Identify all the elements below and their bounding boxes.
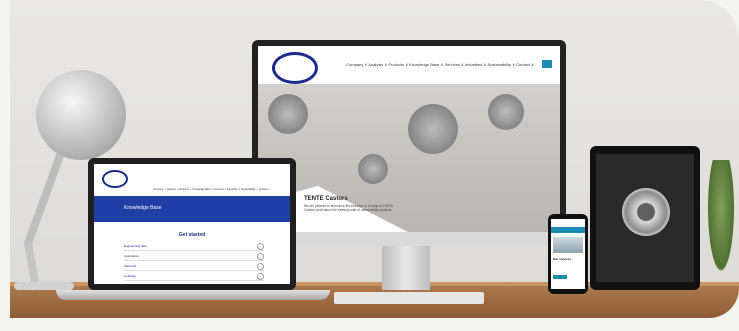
phone-title: Our services	[553, 257, 572, 261]
phone-screen: Our services	[551, 219, 585, 289]
caster-wheel-icon	[268, 94, 308, 134]
hero-title: TENTE Castors	[304, 196, 348, 202]
plant-icon	[706, 160, 736, 280]
lamp-base	[14, 282, 74, 290]
monitor-screen: Company ∨ Analysis ∨ Products ∨ Knowledg…	[258, 46, 560, 232]
monitor-navbar: Company ∨ Analysis ∨ Products ∨ Knowledg…	[258, 46, 560, 84]
company-logo	[272, 52, 318, 84]
list-item[interactable]: Engineering data	[124, 242, 264, 251]
list-item[interactable]: Calculators	[124, 252, 264, 261]
monitor-stand	[382, 246, 430, 290]
hero-text: We are pleased to announce the inclusion…	[304, 204, 394, 212]
phone-button[interactable]	[553, 275, 567, 279]
laptop-screen: Company ∨ Careers ∨ Products ∨ Knowledge…	[94, 164, 290, 284]
monitor-nav-links[interactable]: Company ∨ Analysis ∨ Products ∨ Knowledg…	[346, 62, 534, 67]
desk-lamp-icon	[36, 70, 126, 160]
section-title: Get started	[178, 232, 206, 238]
chevron-icon	[257, 263, 264, 270]
laptop-base	[56, 290, 330, 300]
keyboard	[334, 292, 484, 304]
laptop-nav-links[interactable]: Company ∨ Careers ∨ Products ∨ Knowledge…	[153, 188, 270, 191]
phone-header-bar	[551, 227, 585, 233]
chevron-icon	[257, 243, 264, 250]
search-icon[interactable]	[542, 60, 552, 68]
tablet-screen	[596, 154, 694, 282]
banner-title: Knowledge Base	[124, 205, 162, 211]
caster-wheel-icon	[358, 154, 388, 184]
company-logo	[102, 170, 128, 188]
smartphone: Our services	[548, 214, 588, 294]
desktop-monitor: Company ∨ Analysis ∨ Products ∨ Knowledg…	[252, 40, 566, 246]
list-item[interactable]: Coatings	[124, 272, 264, 281]
tablet	[590, 146, 700, 290]
monitor-chin	[252, 232, 566, 246]
knowledge-banner: Knowledge Base	[94, 196, 290, 222]
list-item[interactable]: Materials	[124, 262, 264, 271]
device-mockup-scene: Company ∨ Analysis ∨ Products ∨ Knowledg…	[0, 0, 739, 331]
chevron-icon	[257, 253, 264, 260]
caster-wheel-icon	[488, 94, 524, 130]
caster-wheel-icon	[408, 104, 458, 154]
phone-hero-image	[553, 237, 583, 253]
chevron-icon	[257, 273, 264, 280]
laptop: Company ∨ Careers ∨ Products ∨ Knowledge…	[88, 158, 296, 290]
threaded-insert-icon	[622, 188, 670, 236]
